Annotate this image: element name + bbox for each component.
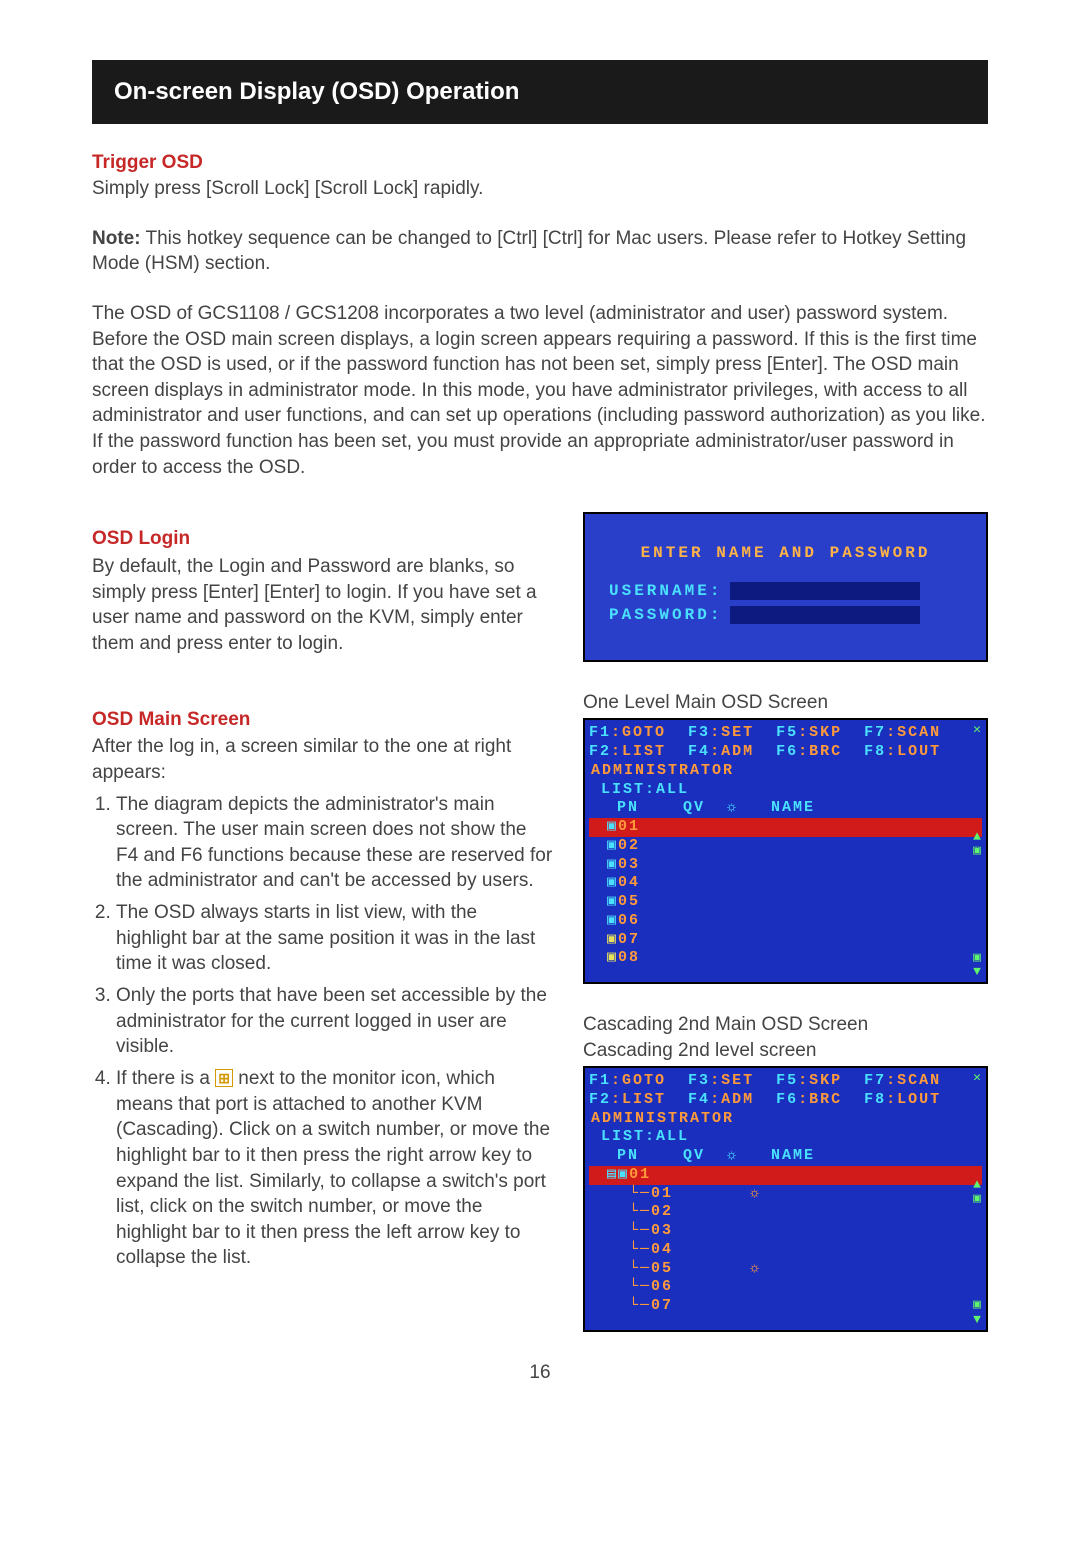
login-screen: ENTER NAME AND PASSWORD USERNAME: PASSWO… — [583, 512, 988, 662]
osd2-caption1: Cascading 2nd Main OSD Screen — [583, 1014, 988, 1036]
page-number: 16 — [92, 1362, 988, 1384]
page-title: On-screen Display (OSD) Operation — [114, 78, 519, 105]
password-input[interactable] — [730, 606, 920, 624]
osd2-port-row[interactable]: └─05 ☼ — [589, 1260, 982, 1279]
intro-paragraph: The OSD of GCS1108 / GCS1208 incorporate… — [92, 301, 988, 480]
list-item: Only the ports that have been set access… — [116, 983, 553, 1060]
note-text: This hotkey sequence can be changed to [… — [92, 228, 966, 275]
osd1-fn-row2: F2:LIST F4:ADM F6:BRC F8:LOUT — [589, 743, 982, 762]
osd2-scroll-marks: ✕▲▣▣▼ — [973, 1071, 983, 1327]
osd1-port-row[interactable]: ▣03 — [589, 856, 982, 875]
osd-close-icon: ✕ — [973, 723, 983, 737]
osd1-port-row[interactable]: ▣04 — [589, 874, 982, 893]
cascade-plus-icon: ⊞ — [215, 1069, 233, 1087]
osd1-port-row[interactable]: ▣07 — [589, 931, 982, 950]
osd2-port-row[interactable]: └─07 — [589, 1297, 982, 1316]
osd2-port-row[interactable]: └─06 — [589, 1278, 982, 1297]
page-title-bar: On-screen Display (OSD) Operation — [92, 60, 988, 124]
note-paragraph: Note: This hotkey sequence can be change… — [92, 226, 988, 277]
login-text: By default, the Login and Password are b… — [92, 554, 553, 657]
osd2-screen: F1:GOTO F3:SET F5:SKP F7:SCAN F2:LIST F4… — [583, 1066, 988, 1332]
osd2-port-row[interactable]: └─01 ☼ — [589, 1185, 982, 1204]
heading-login: OSD Login — [92, 526, 553, 552]
trigger-text: Simply press [Scroll Lock] [Scroll Lock]… — [92, 176, 988, 202]
osd2-fn-row1: F1:GOTO F3:SET F5:SKP F7:SCAN — [589, 1072, 982, 1091]
main-screen-list: The diagram depicts the administrator's … — [92, 792, 553, 1272]
osd2-caption2: Cascading 2nd level screen — [583, 1040, 988, 1062]
list-item: The OSD always starts in list view, with… — [116, 900, 553, 977]
heading-main-screen: OSD Main Screen — [92, 707, 553, 733]
osd1-column-headers: PN QV ☼ NAME — [589, 799, 982, 818]
osd1-highlighted-row[interactable]: ▣01 — [589, 818, 982, 837]
osd1-list-filter: LIST:ALL — [589, 781, 982, 800]
main-screen-intro: After the log in, a screen similar to th… — [92, 734, 553, 785]
username-input[interactable] — [730, 582, 920, 600]
osd2-admin: ADMINISTRATOR — [589, 1110, 982, 1129]
osd1-port-row[interactable]: ▣02 — [589, 837, 982, 856]
list-item: The diagram depicts the administrator's … — [116, 792, 553, 895]
osd1-port-row[interactable]: ▣06 — [589, 912, 982, 931]
osd2-list-filter: LIST:ALL — [589, 1128, 982, 1147]
osd1-caption: One Level Main OSD Screen — [583, 692, 988, 714]
osd1-port-row[interactable]: ▣05 — [589, 893, 982, 912]
osd1-screen: F1:GOTO F3:SET F5:SKP F7:SCAN F2:LIST F4… — [583, 718, 988, 984]
osd2-column-headers: PN QV ☼ NAME — [589, 1147, 982, 1166]
osd2-port-row[interactable]: └─04 — [589, 1241, 982, 1260]
heading-trigger: Trigger OSD — [92, 152, 988, 174]
username-label: USERNAME: — [609, 582, 722, 600]
osd2-highlighted-row[interactable]: ▤▣01 — [589, 1166, 982, 1185]
login-screen-title: ENTER NAME AND PASSWORD — [605, 544, 966, 562]
osd1-port-row[interactable]: ▣08 — [589, 949, 982, 968]
osd2-port-row[interactable]: └─03 — [589, 1222, 982, 1241]
osd2-fn-row2: F2:LIST F4:ADM F6:BRC F8:LOUT — [589, 1091, 982, 1110]
list-item: If there is a ⊞ next to the monitor icon… — [116, 1066, 553, 1271]
osd-close-icon: ✕ — [973, 1071, 983, 1085]
osd1-fn-row1: F1:GOTO F3:SET F5:SKP F7:SCAN — [589, 724, 982, 743]
osd2-port-row[interactable]: └─02 — [589, 1203, 982, 1222]
osd1-admin: ADMINISTRATOR — [589, 762, 982, 781]
password-label: PASSWORD: — [609, 606, 722, 624]
osd1-scroll-marks: ✕▲▣▣▼ — [973, 723, 983, 979]
note-label: Note: — [92, 228, 141, 249]
